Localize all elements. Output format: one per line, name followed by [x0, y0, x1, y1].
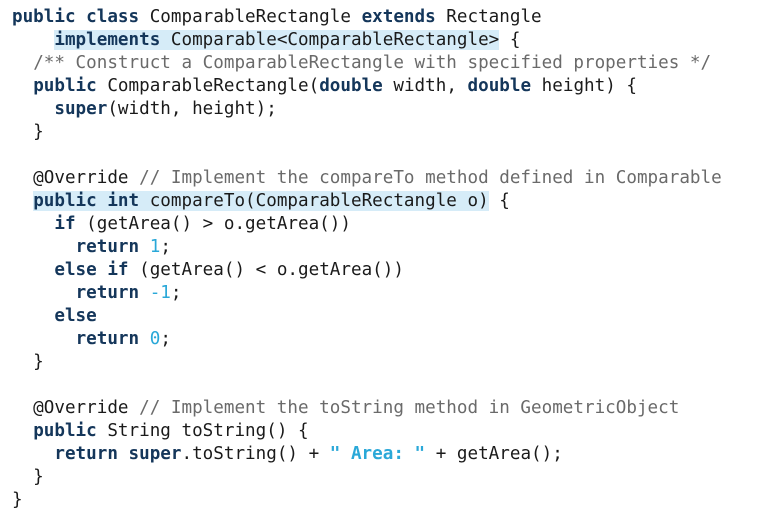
code-line: @Override // Implement the toString meth… [12, 397, 722, 420]
code-line: } [12, 489, 722, 512]
code-token: compareTo(ComparableRectangle o) [139, 191, 489, 211]
code-token: Comparable<ComparableRectangle> [160, 30, 500, 50]
code-token: @Override [12, 398, 140, 418]
code-token: ComparableRectangle( [96, 76, 320, 96]
code-token: Rectangle [435, 7, 542, 27]
code-token: ; [170, 283, 182, 303]
code-token: ComparableRectangle [139, 7, 362, 27]
code-token: ; [160, 237, 171, 257]
keyword-token: extends [361, 7, 436, 27]
keyword-token: public [33, 76, 97, 96]
keyword-token: return [75, 237, 140, 257]
code-token: height) { [531, 76, 638, 96]
code-line: public String toString() { [12, 420, 722, 443]
code-listing: public class ComparableRectangle extends… [12, 6, 722, 512]
keyword-token: if [54, 214, 76, 234]
code-token: { [488, 191, 510, 211]
code-token: } [12, 352, 44, 372]
comment-token: // Implement the toString method in Geom… [139, 398, 680, 418]
code-token: .toString() + [181, 444, 330, 464]
string-literal-token: " Area: " [329, 444, 426, 464]
code-line: else [12, 305, 722, 328]
number-literal-token: 1 [149, 237, 161, 257]
keyword-token: else if [54, 260, 129, 280]
keyword-token: return [75, 329, 140, 349]
code-token: + getArea(); [425, 444, 563, 464]
code-token: (getArea() > o.getArea()) [75, 214, 351, 234]
keyword-token: double [319, 76, 383, 96]
code-line: } [12, 351, 722, 374]
code-line: return 1; [12, 236, 722, 259]
keyword-token: public int [33, 191, 140, 211]
comment-token: // Implement the compareTo method define… [139, 168, 722, 188]
keyword-token: return [75, 283, 140, 303]
code-line: return 0; [12, 328, 722, 351]
keyword-token: implements [54, 30, 161, 50]
code-token: } [12, 490, 23, 510]
code-line: } [12, 466, 722, 489]
number-literal-token: 0 [149, 329, 161, 349]
code-token: (width, height); [107, 99, 277, 119]
code-line: public class ComparableRectangle extends… [12, 6, 722, 29]
comment-token: /** Construct a ComparableRectangle with… [33, 53, 712, 73]
code-token: } [12, 467, 44, 487]
keyword-token: double [467, 76, 532, 96]
code-line: implements Comparable<ComparableRectangl… [12, 29, 722, 52]
code-line: super(width, height); [12, 98, 722, 121]
code-line: public ComparableRectangle(double width,… [12, 75, 722, 98]
code-token: String toString() { [96, 421, 309, 441]
number-literal-token: -1 [149, 283, 171, 303]
keyword-token: public [33, 421, 97, 441]
code-token: { [499, 30, 521, 50]
keyword-token: public class [12, 7, 140, 27]
keyword-token: return super [54, 444, 182, 464]
code-token: (getArea() < o.getArea()) [128, 260, 404, 280]
keyword-token: super [54, 99, 108, 119]
keyword-token: else [54, 306, 97, 326]
code-line: return -1; [12, 282, 722, 305]
code-token: ; [160, 329, 171, 349]
code-token: @Override [12, 168, 140, 188]
code-line: /** Construct a ComparableRectangle with… [12, 52, 722, 75]
code-line: if (getArea() > o.getArea()) [12, 213, 722, 236]
code-line: } [12, 121, 722, 144]
code-line: return super.toString() + " Area: " + ge… [12, 443, 722, 466]
code-line: @Override // Implement the compareTo met… [12, 167, 722, 190]
code-line: public int compareTo(ComparableRectangle… [12, 190, 722, 213]
code-line: else if (getArea() < o.getArea()) [12, 259, 722, 282]
code-token: width, [382, 76, 468, 96]
code-token: } [12, 122, 44, 142]
